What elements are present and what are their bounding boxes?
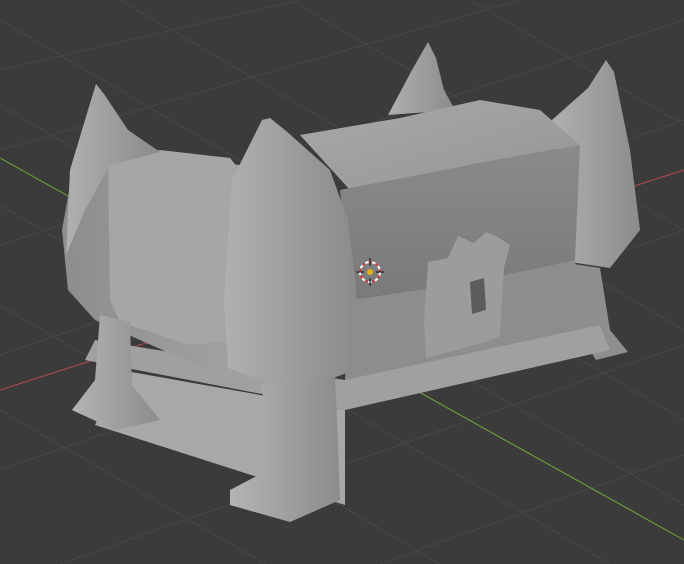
viewport-scene[interactable] xyxy=(0,0,684,564)
chest-model[interactable] xyxy=(62,42,640,522)
chest-lock-keyhole xyxy=(470,278,486,314)
3d-viewport[interactable] xyxy=(0,0,684,564)
chest-horn-back-left xyxy=(388,42,455,115)
